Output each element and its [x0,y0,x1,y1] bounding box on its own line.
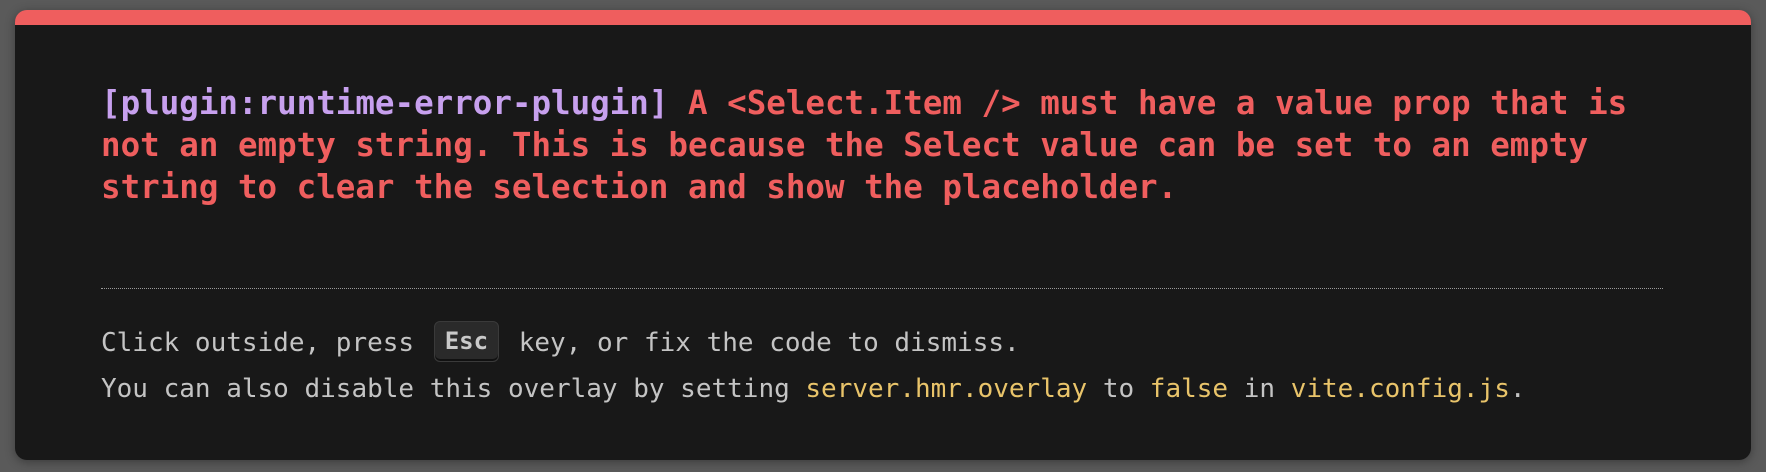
error-overlay: [plugin:runtime-error-plugin] A <Select.… [15,10,1751,460]
error-message: [plugin:runtime-error-plugin] A <Select.… [101,82,1671,208]
plugin-tag: [plugin:runtime-error-plugin] [101,84,669,122]
tip-text: . [1509,374,1526,404]
tip-text: key, or fix the code to dismiss. [503,328,1020,358]
dismiss-tip: Click outside, press Esc key, or fix the… [101,321,1020,364]
esc-key-badge: Esc [433,321,500,362]
tip-text: Click outside, press [101,328,430,358]
tip-text: You can also disable this overlay by set… [101,374,806,404]
config-value: false [1149,374,1229,404]
config-tip: You can also disable this overlay by set… [101,372,1526,406]
divider [101,288,1663,289]
tip-text: in [1228,374,1291,404]
config-file: vite.config.js [1290,374,1510,404]
tip-text: to [1087,374,1150,404]
config-option: server.hmr.overlay [805,374,1088,404]
